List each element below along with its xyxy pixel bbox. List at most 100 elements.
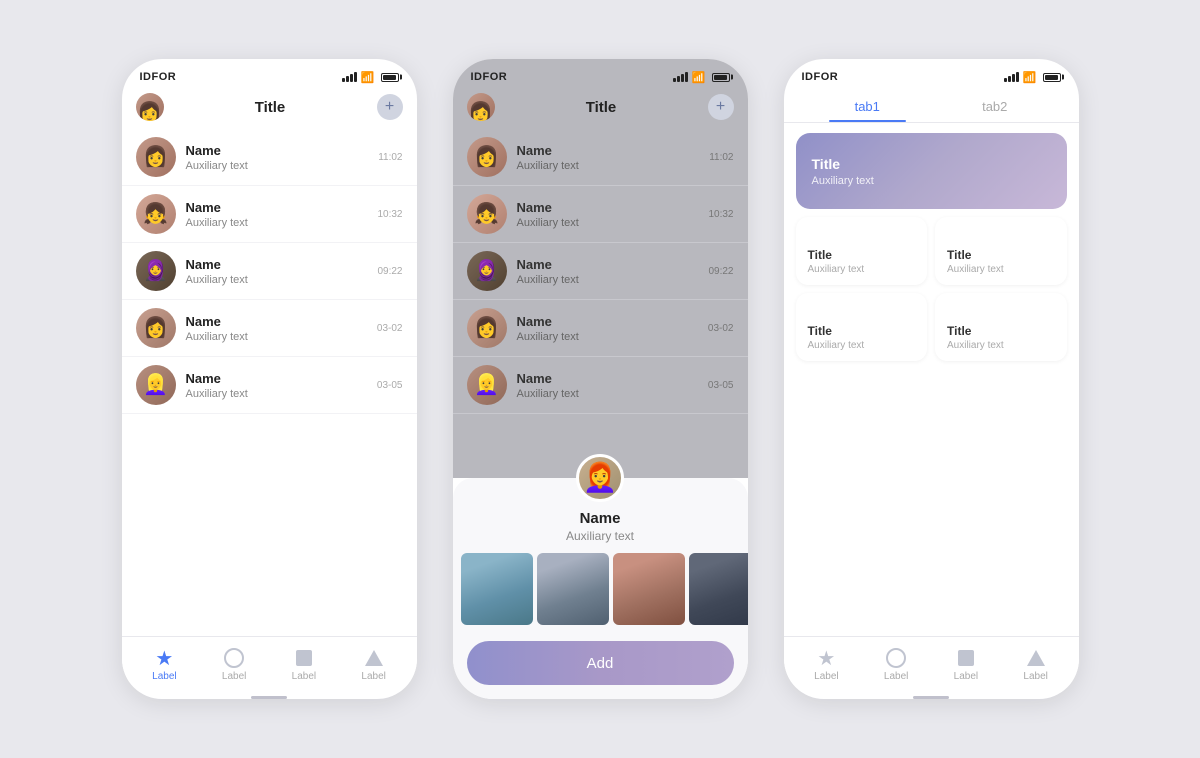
triangle-icon <box>1025 647 1047 669</box>
item-time: 11:02 <box>709 152 733 163</box>
nav-item-3[interactable]: Label <box>269 647 339 682</box>
phone1: IDFOR 📶 👩 Title + 👩 <box>122 59 417 699</box>
item-aux: Auxiliary text <box>186 217 378 229</box>
triangle-icon <box>363 647 385 669</box>
phone3-tab-content: Title Auxiliary text Title Auxiliary tex… <box>784 123 1079 636</box>
item-aux: Auxiliary text <box>517 274 709 286</box>
nav-item-2[interactable]: Label <box>861 647 931 682</box>
phone1-brand: IDFOR <box>140 71 177 83</box>
phone3-signal-icon <box>1004 72 1019 82</box>
modal-avatar: 👩‍🦰 <box>576 454 624 502</box>
nav-item-4[interactable]: Label <box>1001 647 1071 682</box>
phones-container: IDFOR 📶 👩 Title + 👩 <box>122 59 1079 699</box>
item-time: 10:32 <box>377 209 402 220</box>
nav-item-home[interactable]: ★ Label <box>792 647 862 682</box>
item-time: 03-05 <box>708 380 734 391</box>
photo-2[interactable] <box>537 553 609 625</box>
tab-tab1[interactable]: tab1 <box>804 89 932 122</box>
list-item[interactable]: 🧕 Name Auxiliary text 09:22 <box>453 243 748 300</box>
item-time: 09:22 <box>377 266 402 277</box>
item-time: 09:22 <box>708 266 733 277</box>
list-item[interactable]: 👩 Name Auxiliary text 03-02 <box>122 300 417 357</box>
card-3[interactable]: Title Auxiliary text <box>796 293 928 361</box>
item-aux: Auxiliary text <box>517 331 708 343</box>
avatar: 👱‍♀️ <box>136 365 176 405</box>
list-item[interactable]: 👩 Name Auxiliary text 11:02 <box>453 129 748 186</box>
card-title: Title <box>947 324 1055 338</box>
photo-1[interactable] <box>461 553 533 625</box>
add-button-label: Add <box>587 655 614 672</box>
nav-item-3[interactable]: Label <box>931 647 1001 682</box>
item-name: Name <box>186 371 377 386</box>
banner-card[interactable]: Title Auxiliary text <box>796 133 1067 209</box>
item-time: 11:02 <box>378 152 402 163</box>
nav-item-2[interactable]: Label <box>199 647 269 682</box>
photo-4[interactable] <box>689 553 748 625</box>
phone2-status-icons: 📶 <box>673 71 730 84</box>
phone1-bottom-nav: ★ Label Label Label Label <box>122 636 417 692</box>
tab-tab2[interactable]: tab2 <box>931 89 1059 122</box>
item-name: Name <box>517 257 709 272</box>
banner-title: Title <box>812 156 1051 172</box>
item-name: Name <box>186 314 377 329</box>
phone1-header-avatar: 👩 <box>136 93 164 121</box>
nav-label: Label <box>361 671 385 682</box>
phone2-battery-icon <box>712 73 730 82</box>
photo-3[interactable] <box>613 553 685 625</box>
nav-label: Label <box>884 671 908 682</box>
modal-name: Name <box>453 510 748 527</box>
phone2-nav-header: 👩 Title + <box>453 89 748 129</box>
tab2-label: tab2 <box>982 99 1007 114</box>
avatar: 👧 <box>136 194 176 234</box>
nav-label: Label <box>814 671 838 682</box>
phone3-brand: IDFOR <box>802 71 839 83</box>
phone2-brand: IDFOR <box>471 71 508 83</box>
phone3-battery-icon <box>1043 73 1061 82</box>
list-item[interactable]: 👱‍♀️ Name Auxiliary text 03-05 <box>453 357 748 414</box>
star-icon: ★ <box>153 647 175 669</box>
item-aux: Auxiliary text <box>517 217 709 229</box>
phone3-tab-header: tab1 tab2 <box>784 89 1079 123</box>
list-item[interactable]: 👧 Name Auxiliary text 10:32 <box>122 186 417 243</box>
home-indicator <box>913 696 949 699</box>
item-aux: Auxiliary text <box>517 160 710 172</box>
avatar: 👧 <box>467 194 507 234</box>
card-4[interactable]: Title Auxiliary text <box>935 293 1067 361</box>
nav-item-4[interactable]: Label <box>339 647 409 682</box>
add-button[interactable]: Add <box>467 641 734 685</box>
item-name: Name <box>186 257 378 272</box>
phone2-modal-sheet: 👩‍🦰 Name Auxiliary text Add <box>453 478 748 699</box>
card-row-2: Title Auxiliary text Title Auxiliary tex… <box>796 293 1067 361</box>
item-name: Name <box>186 143 379 158</box>
item-name: Name <box>517 200 709 215</box>
phone2-list: 👩 Name Auxiliary text 11:02 👧 Name Auxil… <box>453 129 748 478</box>
square-icon <box>955 647 977 669</box>
list-item[interactable]: 👩 Name Auxiliary text 03-02 <box>453 300 748 357</box>
phone2-signal-icon <box>673 72 688 82</box>
card-2[interactable]: Title Auxiliary text <box>935 217 1067 285</box>
card-1[interactable]: Title Auxiliary text <box>796 217 928 285</box>
phone3-status-icons: 📶 <box>1004 71 1061 84</box>
nav-label: Label <box>222 671 246 682</box>
phone1-add-button[interactable]: + <box>377 94 403 120</box>
list-item[interactable]: 👧 Name Auxiliary text 10:32 <box>453 186 748 243</box>
circle-icon <box>885 647 907 669</box>
phone3-bottom-nav: ★ Label Label Label Label <box>784 636 1079 692</box>
item-name: Name <box>517 143 710 158</box>
phone3-wifi-icon: 📶 <box>1023 71 1037 84</box>
phone2-title: Title <box>495 99 708 116</box>
nav-item-home[interactable]: ★ Label <box>130 647 200 682</box>
avatar: 👩 <box>467 137 507 177</box>
list-item[interactable]: 🧕 Name Auxiliary text 09:22 <box>122 243 417 300</box>
avatar: 🧕 <box>467 251 507 291</box>
phone1-status-icons: 📶 <box>342 71 399 84</box>
home-indicator <box>251 696 287 699</box>
list-item[interactable]: 👱‍♀️ Name Auxiliary text 03-05 <box>122 357 417 414</box>
list-item[interactable]: 👩 Name Auxiliary text 11:02 <box>122 129 417 186</box>
nav-label: Label <box>152 671 176 682</box>
phone2-add-button[interactable]: + <box>708 94 734 120</box>
modal-photos <box>453 543 748 635</box>
avatar: 👩 <box>136 308 176 348</box>
card-aux: Auxiliary text <box>808 264 916 275</box>
avatar: 🧕 <box>136 251 176 291</box>
